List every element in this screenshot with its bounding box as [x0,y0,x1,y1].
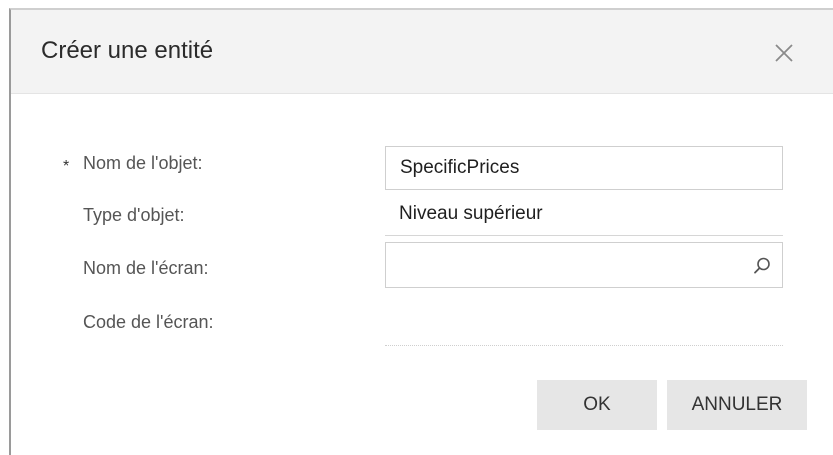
required-marker: * [63,158,70,175]
create-entity-dialog: Créer une entité * Nom de l'objet: Type … [9,8,833,455]
object-name-input[interactable] [385,146,783,190]
ok-button[interactable]: OK [537,380,657,430]
close-button[interactable] [771,40,797,66]
object-name-label: Nom de l'objet: [83,153,203,173]
screen: Créer une entité * Nom de l'objet: Type … [0,0,833,455]
search-icon[interactable] [752,256,772,276]
object-type-label: Type d'objet: [83,205,185,225]
screen-code-label: Code de l'écran: [83,312,214,332]
screen-name-input[interactable] [386,243,736,287]
object-type-value: Niveau supérieur [399,203,543,224]
screen-code-value [385,345,783,346]
screen-name-label: Nom de l'écran: [83,258,209,278]
screen-name-selector [385,242,783,288]
dialog-title: Créer une entité [41,37,214,64]
dialog-header: Créer une entité [11,10,833,94]
close-icon [775,44,793,62]
object-type-underline [385,235,783,236]
cancel-button[interactable]: ANNULER [667,380,807,430]
